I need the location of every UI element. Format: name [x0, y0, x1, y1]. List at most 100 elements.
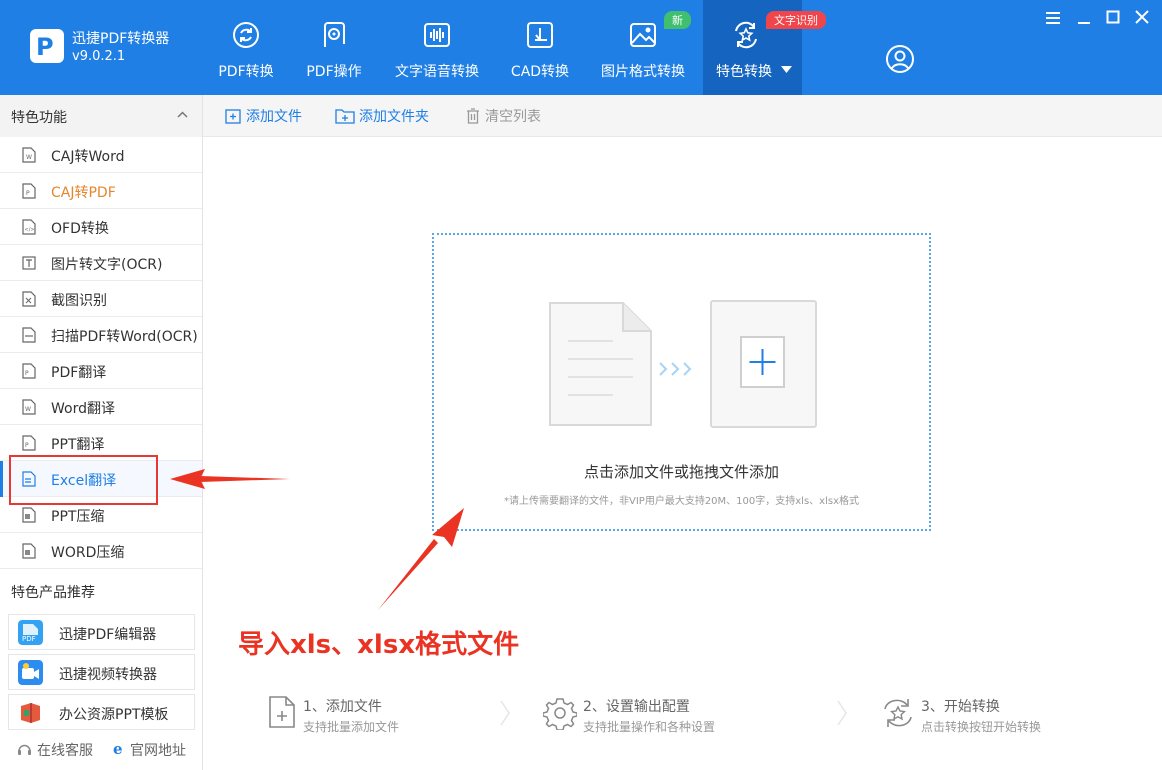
nav-label: 文字语音转换	[395, 64, 479, 80]
annotation-text: 导入xls、xlsx格式文件	[238, 630, 520, 660]
svg-text:</>: </>	[25, 227, 35, 233]
sidebar-item-label: PDF翻译	[51, 365, 107, 381]
arrow-left-icon	[170, 469, 290, 489]
sidebar-item-label: WORD压缩	[51, 545, 125, 561]
word-compress-icon	[22, 543, 36, 559]
sidebar-item-label: 截图识别	[51, 293, 107, 309]
svg-text:e: e	[113, 741, 123, 756]
nav-label: CAD转换	[510, 64, 570, 80]
drop-zone-hint: *请上传需要翻译的文件，非VIP用户最大支持20M、100字，支持xls、xls…	[504, 496, 859, 507]
sidebar-item-label: OFD转换	[51, 221, 109, 237]
ppt-template-logo-icon	[21, 703, 40, 723]
add-folder-icon	[335, 109, 355, 124]
maximize-icon[interactable]	[1106, 10, 1120, 24]
svg-text:W: W	[26, 154, 32, 161]
sidebar-item-pdf-translate[interactable]: P PDF翻译	[0, 353, 202, 389]
product-label: 办公资源PPT模板	[59, 707, 169, 723]
image-icon	[630, 23, 656, 47]
nav-pdf-convert[interactable]: PDF转换	[210, 0, 282, 95]
svg-text:P: P	[25, 370, 29, 377]
star-convert-icon	[734, 21, 757, 49]
online-support-link[interactable]: 在线客服	[37, 740, 93, 760]
ocr-badge: 文字识别	[766, 11, 826, 29]
sidebar-item-caj-word[interactable]: W CAJ转Word	[0, 137, 202, 173]
refresh-pdf-icon	[233, 22, 259, 48]
step-1-title: 1、添加文件	[303, 699, 382, 715]
arrow-up-right-icon	[378, 508, 464, 610]
clear-list-label: 清空列表	[485, 109, 541, 125]
sidebar-item-image-ocr[interactable]: 图片转文字(OCR)	[0, 245, 202, 281]
step-start-convert-icon	[884, 699, 912, 727]
nav-text-speech[interactable]: 文字语音转换	[388, 0, 486, 95]
cad-icon	[527, 22, 553, 48]
sidebar-item-label: 扫描PDF转Word(OCR)	[51, 329, 198, 345]
menu-icon[interactable]	[1045, 11, 1061, 25]
step-chevron-icon	[837, 700, 847, 726]
nav-label: PDF操作	[306, 64, 362, 80]
sidebar-item-caj-pdf[interactable]: P CAJ转PDF	[0, 173, 202, 209]
chevron-up-icon	[177, 111, 188, 118]
scissors-doc-icon	[22, 291, 36, 307]
ppt-compress-icon	[22, 507, 36, 523]
sidebar-item-ofd[interactable]: </> OFD转换	[0, 209, 202, 245]
step-2-desc: 支持批量操作和各种设置	[583, 720, 716, 734]
product-label: 迅捷PDF编辑器	[59, 627, 157, 643]
word-doc-icon: W	[22, 147, 36, 163]
sidebar-item-word-compress[interactable]: WORD压缩	[0, 533, 202, 569]
headset-icon	[18, 744, 31, 755]
svg-text:W: W	[25, 406, 31, 413]
svg-text:P: P	[25, 442, 29, 449]
step-chevron-icon	[500, 700, 510, 726]
gear-pdf-icon	[324, 22, 345, 47]
step-3-desc: 点击转换按钮开始转换	[921, 720, 1042, 734]
video-converter-logo-icon	[18, 660, 43, 685]
word-translate-icon: W	[22, 399, 36, 415]
file-drop-zone[interactable]: 点击添加文件或拖拽文件添加 *请上传需要翻译的文件，非VIP用户最大支持20M、…	[432, 233, 931, 531]
features-header[interactable]: 特色功能	[0, 95, 202, 137]
sidebar-item-label: CAJ转Word	[51, 149, 125, 165]
step-settings-gear-icon	[543, 698, 577, 730]
audio-wave-icon	[424, 23, 450, 47]
minimize-icon[interactable]	[1076, 11, 1092, 25]
step-2-title: 2、设置输出配置	[583, 699, 690, 715]
add-folder-button[interactable]: 添加文件夹	[335, 106, 429, 126]
sidebar-item-label: PPT压缩	[51, 509, 105, 525]
drop-zone-title: 点击添加文件或拖拽文件添加	[583, 463, 779, 481]
user-avatar-icon[interactable]	[885, 44, 915, 74]
sidebar-item-label: CAJ转PDF	[51, 185, 116, 201]
title-bar: P 迅捷PDF转换器 v9.0.2.1 PDF转换 PDF操作 文字语音转换 C…	[0, 0, 1162, 95]
doc-to-add-illustration-icon	[549, 300, 817, 428]
selected-indicator	[0, 461, 3, 497]
product-video-converter[interactable]: 迅捷视频转换器	[8, 654, 195, 690]
add-file-label: 添加文件	[246, 109, 302, 125]
scan-doc-icon	[22, 327, 36, 343]
products-header: 特色产品推荐	[0, 570, 202, 610]
nav-cad-convert[interactable]: CAD转换	[503, 0, 577, 95]
close-icon[interactable]	[1135, 10, 1149, 24]
toolbar: 添加文件 添加文件夹 清空列表	[203, 95, 1162, 137]
nav-label: PDF转换	[218, 64, 274, 80]
app-version: v9.0.2.1	[72, 49, 126, 64]
sidebar-item-label: PPT翻译	[51, 437, 105, 453]
nav-label: 图片格式转换	[601, 64, 685, 80]
product-pdf-editor[interactable]: PDF 迅捷PDF编辑器	[8, 614, 195, 650]
svg-text:P: P	[26, 190, 30, 197]
pdf-editor-logo-icon: PDF	[18, 620, 43, 645]
product-ppt-templates[interactable]: 办公资源PPT模板	[8, 694, 195, 730]
ppt-translate-icon: P	[22, 435, 36, 451]
sidebar-item-scan-pdf-word[interactable]: 扫描PDF转Word(OCR)	[0, 317, 202, 353]
clear-list-button[interactable]: 清空列表	[465, 106, 541, 126]
browser-e-icon: e	[113, 741, 123, 756]
sidebar-item-screenshot-ocr[interactable]: 截图识别	[0, 281, 202, 317]
products-header-label: 特色产品推荐	[11, 585, 95, 601]
sidebar: 特色功能 W CAJ转Word P CAJ转PDF </> OFD转换 图片转文…	[0, 95, 203, 770]
nav-label: 特色转换	[716, 64, 772, 80]
sidebar-item-word-translate[interactable]: W Word翻译	[0, 389, 202, 425]
website-link[interactable]: 官网地址	[130, 740, 186, 760]
nav-pdf-operate[interactable]: PDF操作	[297, 0, 371, 95]
new-badge: 新	[664, 11, 691, 29]
caret-down-icon	[781, 66, 792, 73]
add-file-icon	[225, 109, 241, 124]
pdf-translate-icon: P	[22, 363, 36, 379]
add-file-button[interactable]: 添加文件	[225, 106, 302, 126]
